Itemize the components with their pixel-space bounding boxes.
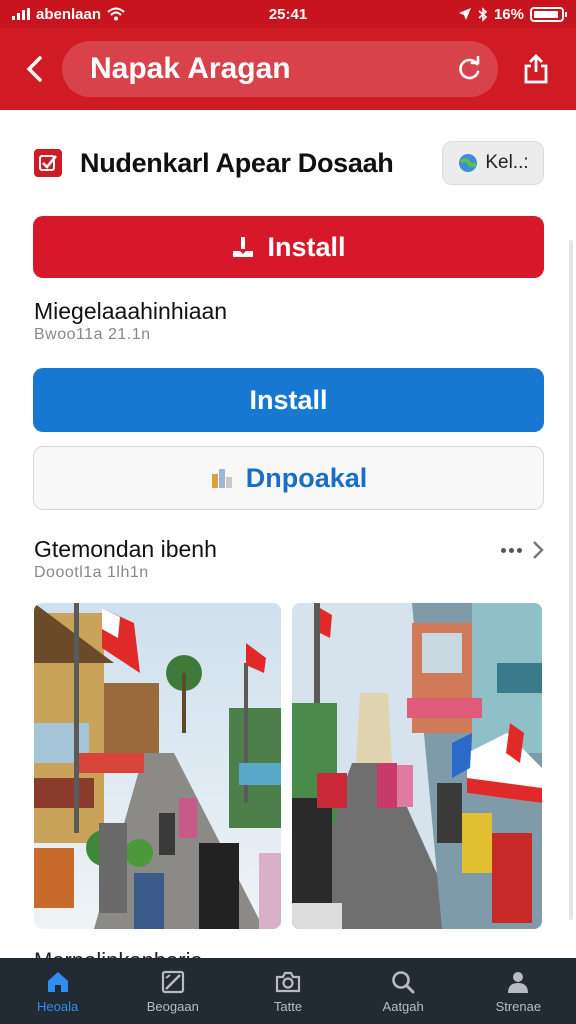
battery-icon (530, 6, 567, 22)
status-left: abenlaan (12, 6, 125, 23)
tab-label: Beogaan (146, 998, 199, 1014)
install-person-icon (233, 237, 254, 257)
tab-profile[interactable]: Strenae (468, 969, 568, 1014)
install-button-secondary[interactable]: Install (33, 368, 544, 432)
signal-icon (12, 8, 30, 20)
page-title: Napak Aragan (90, 52, 291, 85)
update-icon (211, 469, 232, 488)
street-photo-image (34, 603, 281, 929)
tab-label: Aatgah (382, 998, 424, 1014)
wifi-icon (107, 7, 125, 21)
tab-label: Strenae (495, 998, 542, 1014)
tab-label: Heoala (36, 998, 79, 1014)
section2-subtitle: Doootl1a 1lh1n (34, 564, 149, 581)
app-check-icon (34, 149, 62, 177)
share-button[interactable] (516, 47, 556, 91)
globe-icon (459, 154, 478, 172)
street-photo-image (292, 603, 542, 929)
back-button[interactable] (16, 49, 52, 89)
section2-title: Gtemondan ibenh (34, 536, 217, 562)
tab-edit[interactable]: Beogaan (123, 969, 223, 1014)
search-icon (392, 970, 415, 993)
tab-bar: Heoala Beogaan Tatte Aatgah Strenae (0, 958, 576, 1024)
update-button-label: Dnpoakal (245, 462, 368, 493)
carrier-label: abenlaan (36, 5, 102, 23)
tab-label: Tatte (273, 998, 303, 1014)
install-button-primary-label: Install (267, 231, 346, 262)
bluetooth-icon (478, 6, 488, 22)
reload-icon[interactable] (456, 56, 482, 82)
chevron-right-icon (533, 541, 544, 559)
gallery-photo-1[interactable] (34, 603, 281, 929)
install-button-primary[interactable]: Install (33, 216, 544, 278)
image-edit-icon (161, 970, 184, 993)
app-name: Nudenkarl Apear Dosaah (80, 147, 394, 178)
app-chip-button[interactable]: Kel..: (442, 141, 544, 185)
nav-bar: Napak Aragan (0, 28, 576, 110)
tab-search[interactable]: Aatgah (353, 969, 453, 1014)
chevron-left-icon (26, 56, 42, 82)
chip-label: Kel..: (485, 152, 529, 173)
camera-icon (275, 971, 301, 992)
share-icon (524, 54, 548, 84)
install-button-secondary-label: Install (249, 384, 328, 415)
more-dots-icon (501, 547, 522, 553)
section2-more-button[interactable] (501, 540, 544, 560)
location-arrow-icon (458, 8, 471, 20)
status-right: 16% (458, 5, 567, 23)
address-bar[interactable]: Napak Aragan (62, 41, 498, 97)
app-header: Nudenkarl Apear Dosaah Kel..: (34, 140, 544, 186)
tab-camera[interactable]: Tatte (238, 969, 338, 1014)
home-icon (47, 971, 68, 992)
battery-percent: 16% (493, 5, 524, 23)
gallery-photo-2[interactable] (292, 603, 542, 929)
scrollbar[interactable] (569, 240, 573, 920)
profile-icon (508, 971, 529, 993)
tab-home[interactable]: Heoala (8, 969, 108, 1014)
main-content[interactable]: Nudenkarl Apear Dosaah Kel..: Install Mi… (0, 110, 576, 958)
update-button[interactable]: Dnpoakal (33, 446, 544, 510)
section1-title: Miegelaaahinhiaan (34, 298, 228, 324)
section3-title: Marnalinkanbaria (34, 948, 203, 958)
status-bar: abenlaan 25:41 16% (0, 0, 576, 28)
section1-subtitle: Bwoo11a 21.1n (34, 326, 151, 343)
